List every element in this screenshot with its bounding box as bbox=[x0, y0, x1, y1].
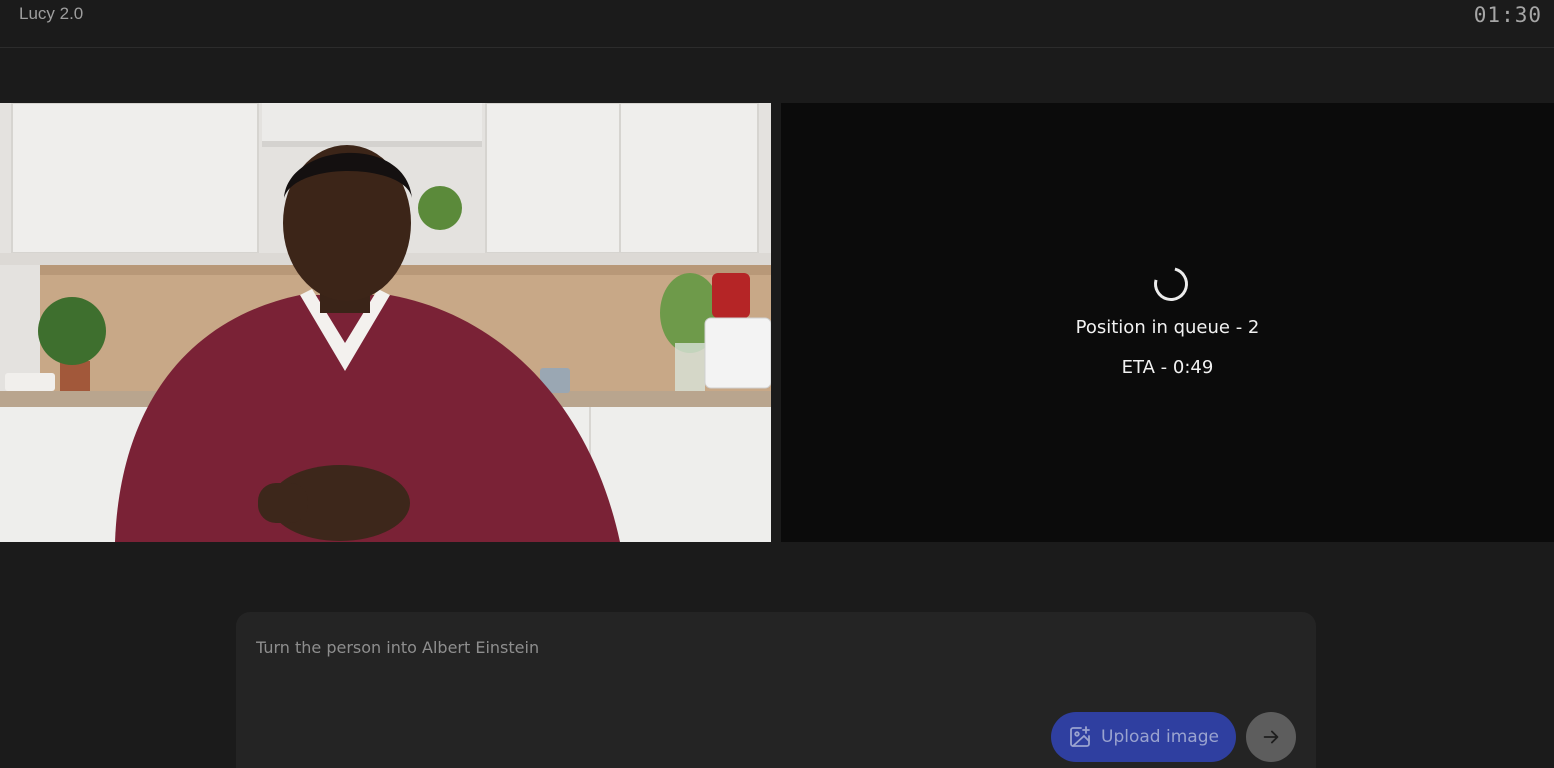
image-add-icon bbox=[1070, 726, 1090, 747]
queue-eta-text: ETA - 0:49 bbox=[1121, 357, 1214, 378]
input-video-feed bbox=[0, 103, 771, 542]
top-bar: Lucy 2.0 01:30 bbox=[0, 0, 1554, 48]
prompt-input[interactable] bbox=[256, 634, 1296, 660]
upload-image-button[interactable]: Upload image bbox=[1051, 712, 1236, 762]
session-timer: 01:30 bbox=[1473, 3, 1542, 27]
send-button[interactable] bbox=[1246, 712, 1296, 762]
output-video-panel: Position in queue - 2 ETA - 0:49 bbox=[781, 103, 1554, 542]
arrow-right-icon bbox=[1263, 730, 1279, 744]
spinner-icon bbox=[1147, 260, 1195, 308]
app-root: Lucy 2.0 01:30 Position in queue - 2 ETA… bbox=[0, 0, 1554, 768]
prompt-composer: Upload image bbox=[236, 612, 1316, 768]
webcam-frame bbox=[0, 103, 771, 542]
app-title: Lucy 2.0 bbox=[19, 4, 84, 23]
queue-position-text: Position in queue - 2 bbox=[1075, 317, 1260, 338]
upload-image-label: Upload image bbox=[1101, 727, 1219, 747]
